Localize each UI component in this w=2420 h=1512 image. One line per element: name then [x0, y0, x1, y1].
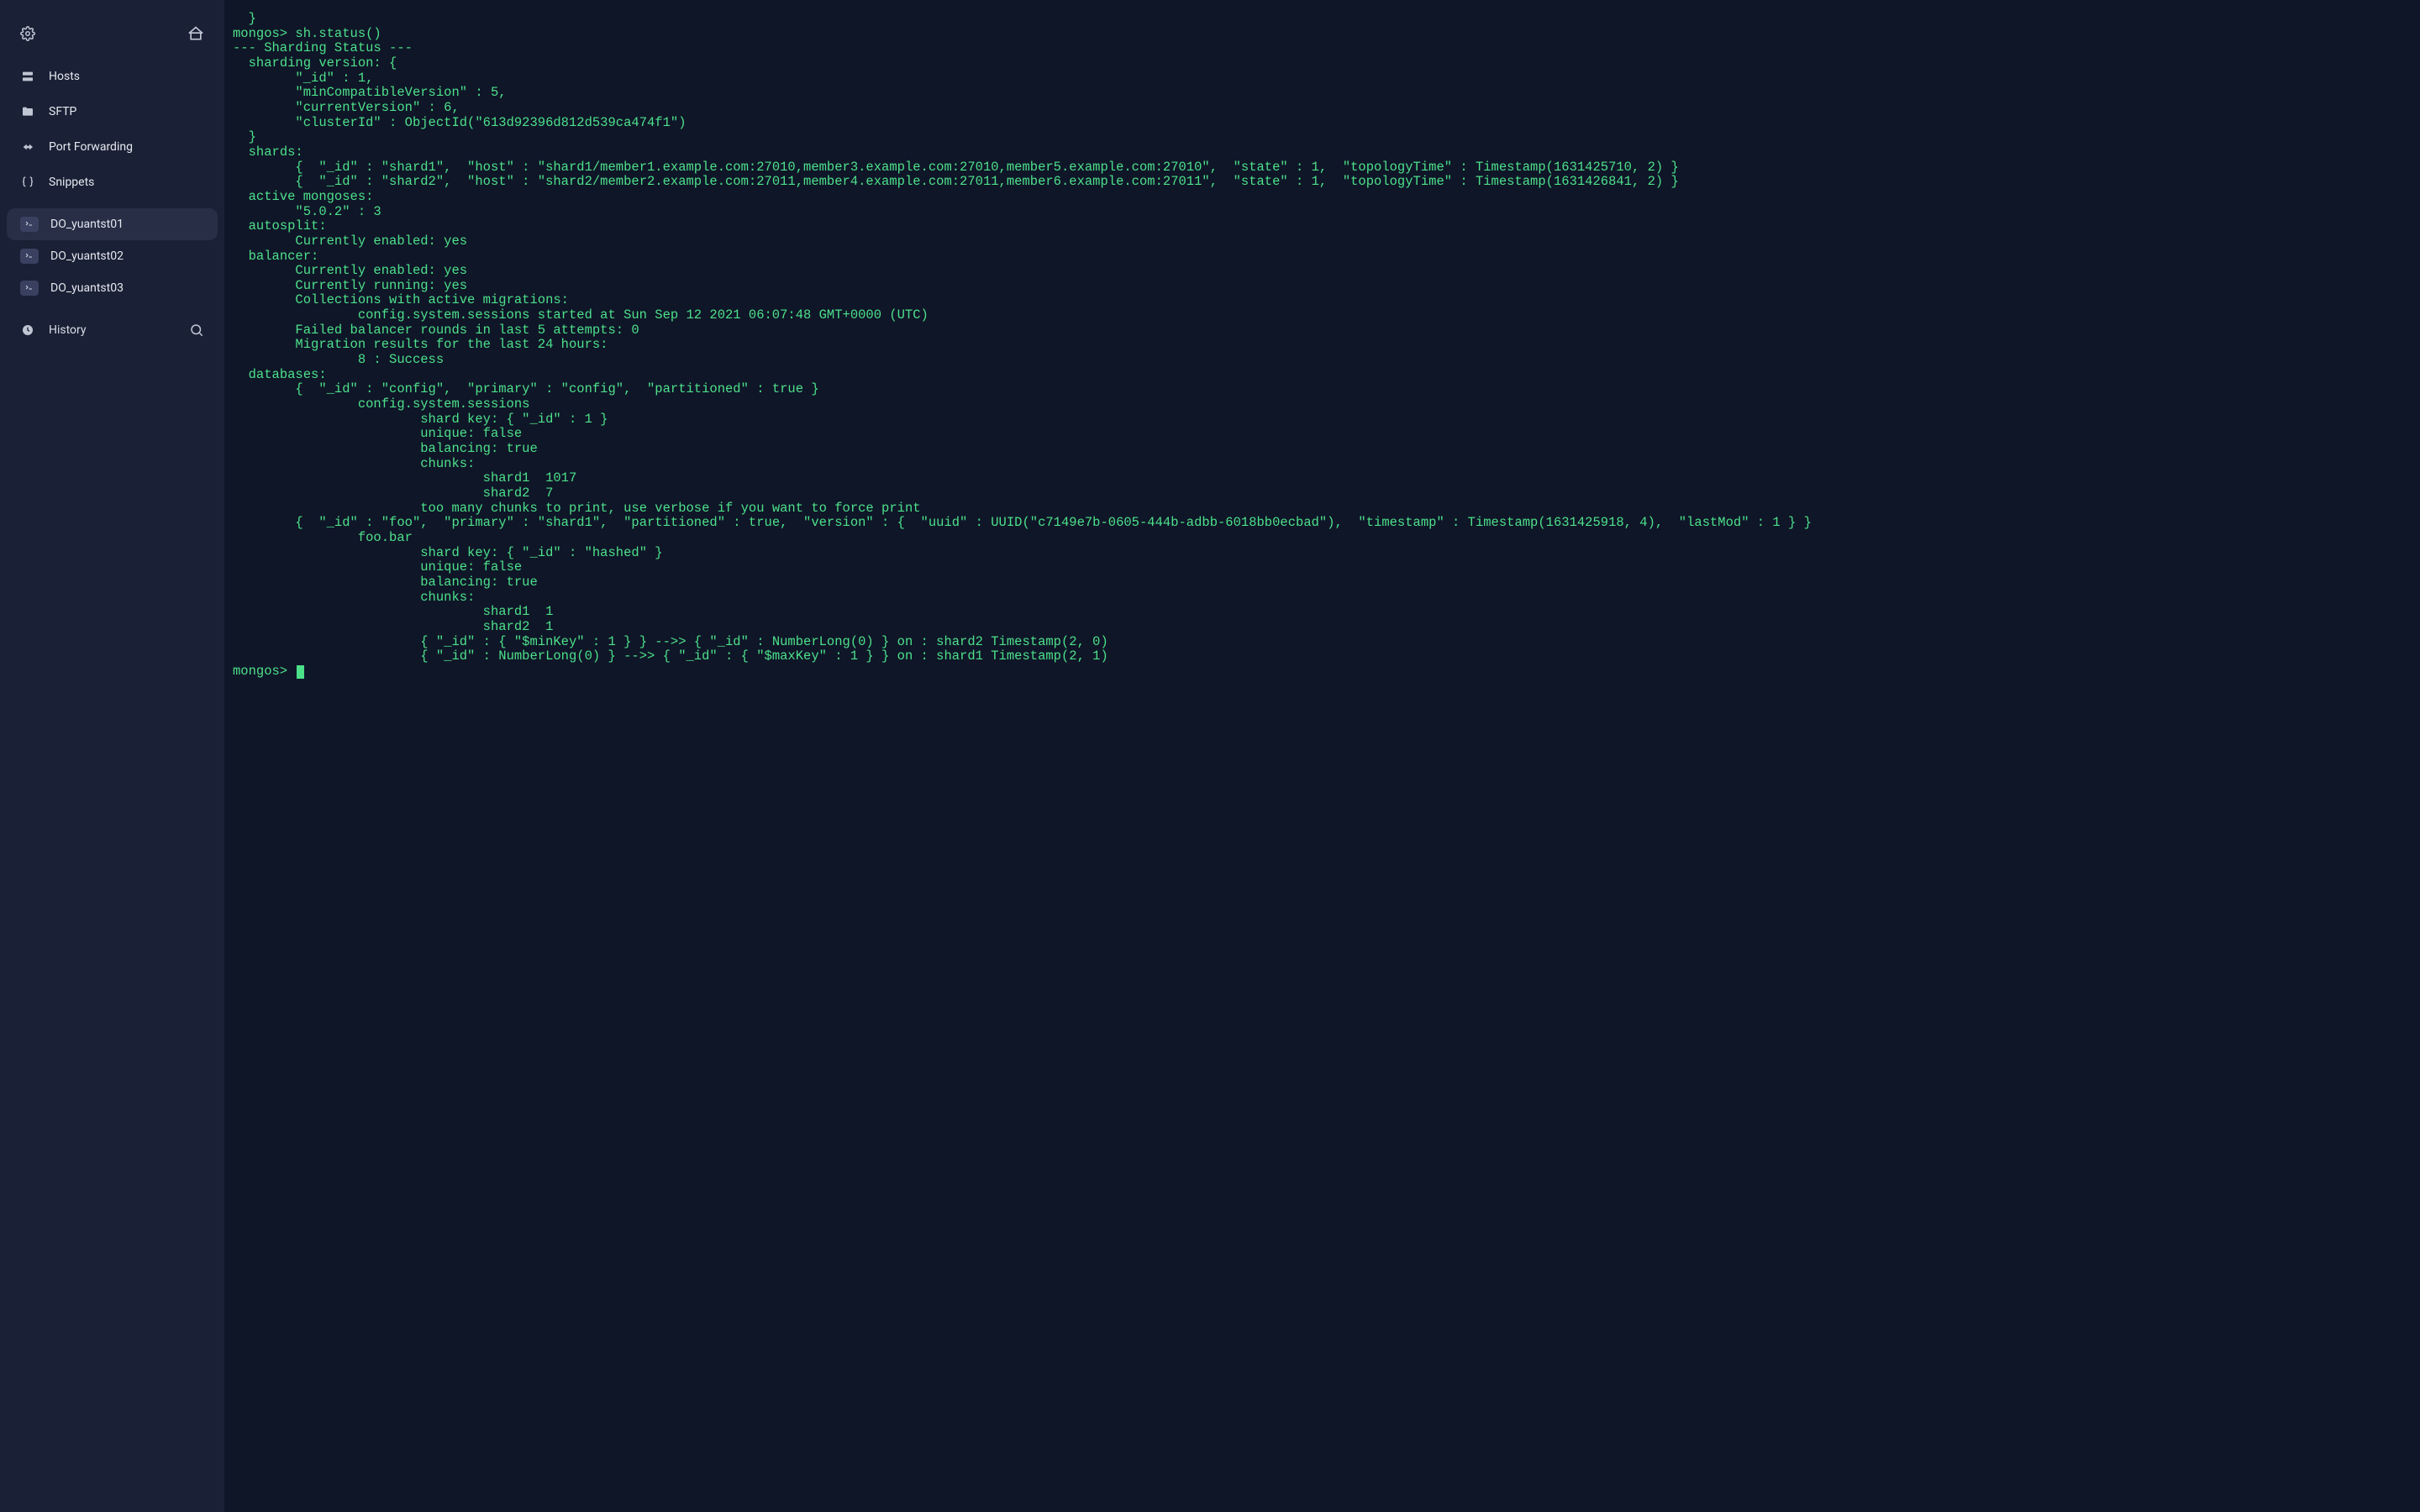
session-label: DO_yuantst02	[50, 249, 124, 263]
gear-icon[interactable]	[20, 26, 35, 41]
nav-sftp[interactable]: SFTP	[0, 94, 224, 129]
session-label: DO_yuantst03	[50, 281, 124, 295]
terminal-icon	[20, 249, 39, 264]
nav-label: SFTP	[49, 105, 76, 118]
terminal-text: } mongos> sh.status() --- Sharding Statu…	[233, 11, 1812, 679]
forward-icon	[20, 139, 35, 155]
nav-label: Hosts	[49, 70, 80, 83]
nav-label: Snippets	[49, 176, 94, 189]
hosts-icon	[20, 69, 35, 84]
clock-icon	[20, 323, 35, 338]
history-label: History	[49, 323, 87, 337]
sidebar: Hosts SFTP Port Forwarding Snippets	[0, 0, 224, 1512]
sidebar-top	[0, 17, 224, 59]
app-root: Hosts SFTP Port Forwarding Snippets	[0, 0, 2420, 1512]
folder-icon	[20, 104, 35, 119]
session-item[interactable]: DO_yuantst01	[7, 208, 218, 240]
session-label: DO_yuantst01	[50, 218, 124, 231]
braces-icon	[20, 175, 35, 190]
terminal-output: } mongos> sh.status() --- Sharding Statu…	[233, 12, 2412, 680]
terminal-icon	[20, 281, 39, 296]
home-icon[interactable]	[187, 25, 204, 42]
session-list: DO_yuantst01 DO_yuantst02 DO_yuantst03	[0, 208, 224, 304]
nav-snippets[interactable]: Snippets	[0, 165, 224, 200]
session-item[interactable]: DO_yuantst03	[7, 272, 218, 304]
session-item[interactable]: DO_yuantst02	[7, 240, 218, 272]
nav-hosts[interactable]: Hosts	[0, 59, 224, 94]
nav-port-forwarding[interactable]: Port Forwarding	[0, 129, 224, 165]
terminal-icon	[20, 217, 39, 232]
terminal-pane[interactable]: } mongos> sh.status() --- Sharding Statu…	[224, 0, 2420, 1512]
nav-history[interactable]: History	[0, 312, 224, 348]
terminal-cursor	[297, 665, 304, 679]
search-icon[interactable]	[189, 323, 204, 338]
nav-label: Port Forwarding	[49, 140, 133, 154]
